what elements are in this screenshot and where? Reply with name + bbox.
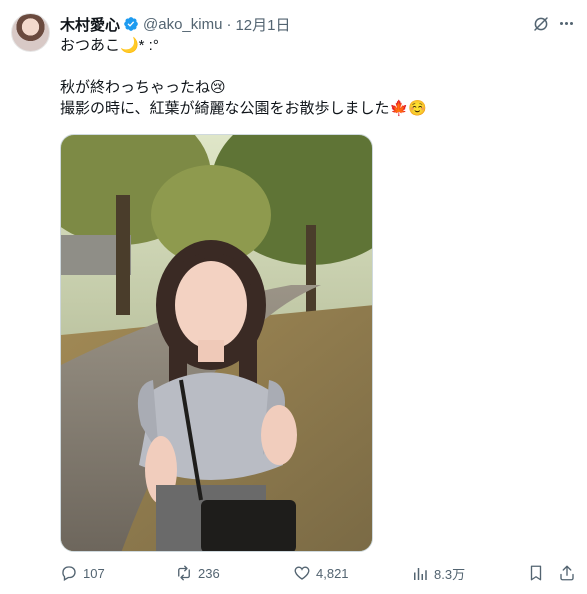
tweet-line-3: 秋が終わっちゃったね😢 xyxy=(60,79,226,96)
reply-icon xyxy=(62,566,76,581)
views-button[interactable]: 8.3万 xyxy=(411,564,465,583)
like-count: 4,821 xyxy=(316,565,349,581)
like-button[interactable]: 4,821 xyxy=(293,564,349,582)
heart-icon xyxy=(294,566,310,580)
grok-icon[interactable] xyxy=(532,15,550,33)
bookmark-button[interactable] xyxy=(527,564,550,582)
retweet-icon xyxy=(178,565,190,581)
photo-illustration xyxy=(61,135,372,551)
tweet-actions: 107 236 4,821 8.3万 xyxy=(60,564,580,586)
tweet-line-4: 撮影の時に、紅葉が綺麗な公園をお散歩しました🍁☺️ xyxy=(60,100,427,117)
reply-count: 107 xyxy=(83,565,105,581)
retweet-button[interactable]: 236 xyxy=(175,564,220,582)
separator-dot: · xyxy=(226,15,232,33)
handle[interactable]: @ako_kimu xyxy=(143,16,222,33)
reply-button[interactable]: 107 xyxy=(60,564,105,582)
display-name[interactable]: 木村愛心 xyxy=(60,14,120,35)
views-icon xyxy=(414,567,427,580)
avatar[interactable] xyxy=(11,13,50,52)
retweet-count: 236 xyxy=(198,565,220,581)
verified-badge-icon xyxy=(124,17,138,31)
more-icon[interactable] xyxy=(560,22,573,25)
tweet-header: 木村愛心 @ako_kimu · 12月1日 xyxy=(60,13,290,35)
tweet-date[interactable]: 12月1日 xyxy=(235,14,290,35)
views-count: 8.3万 xyxy=(434,567,466,582)
tweet-photo[interactable] xyxy=(60,134,373,552)
tweet-line-gap xyxy=(60,56,560,77)
share-icon xyxy=(560,565,574,581)
share-button[interactable] xyxy=(558,564,581,582)
tweet-line-1: おつあこ🌙* :° xyxy=(60,37,159,54)
bookmark-icon xyxy=(530,565,542,581)
tweet-text: おつあこ🌙* :° 秋が終わっちゃったね😢 撮影の時に、紅葉が綺麗な公園をお散歩… xyxy=(60,35,560,119)
